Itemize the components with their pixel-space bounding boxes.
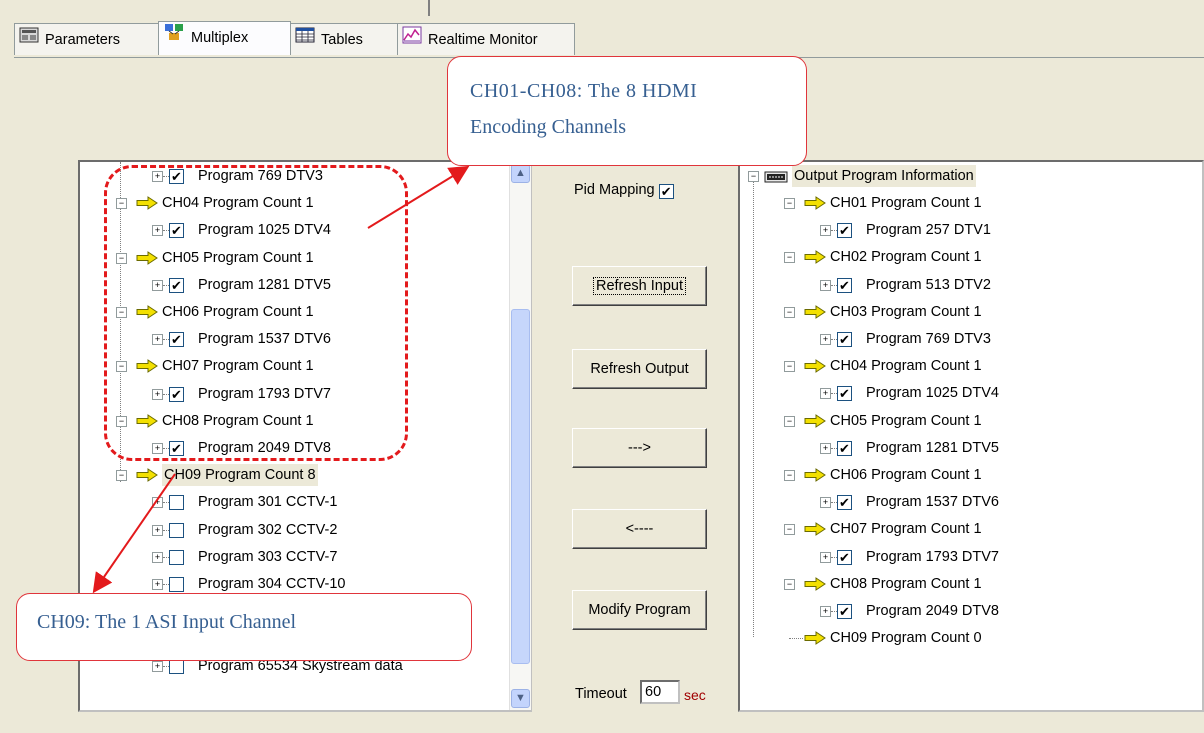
asi-callout-arrow	[92, 473, 176, 594]
multiplex-icon	[163, 22, 185, 54]
hdmi-callout-line2: Encoding Channels	[470, 116, 627, 138]
asi-callout-text: CH09: The 1 ASI Input Channel	[37, 611, 297, 633]
hdmi-callout: CH01-CH08: The 8 HDMI Encoding Channels	[447, 56, 807, 166]
asi-callout: CH09: The 1 ASI Input Channel	[16, 593, 472, 661]
tab-multiplex[interactable]: Multiplex	[158, 21, 291, 55]
hdmi-callout-line1: CH01-CH08: The 8 HDMI	[470, 80, 698, 102]
hdmi-callout-arrow	[367, 165, 470, 229]
